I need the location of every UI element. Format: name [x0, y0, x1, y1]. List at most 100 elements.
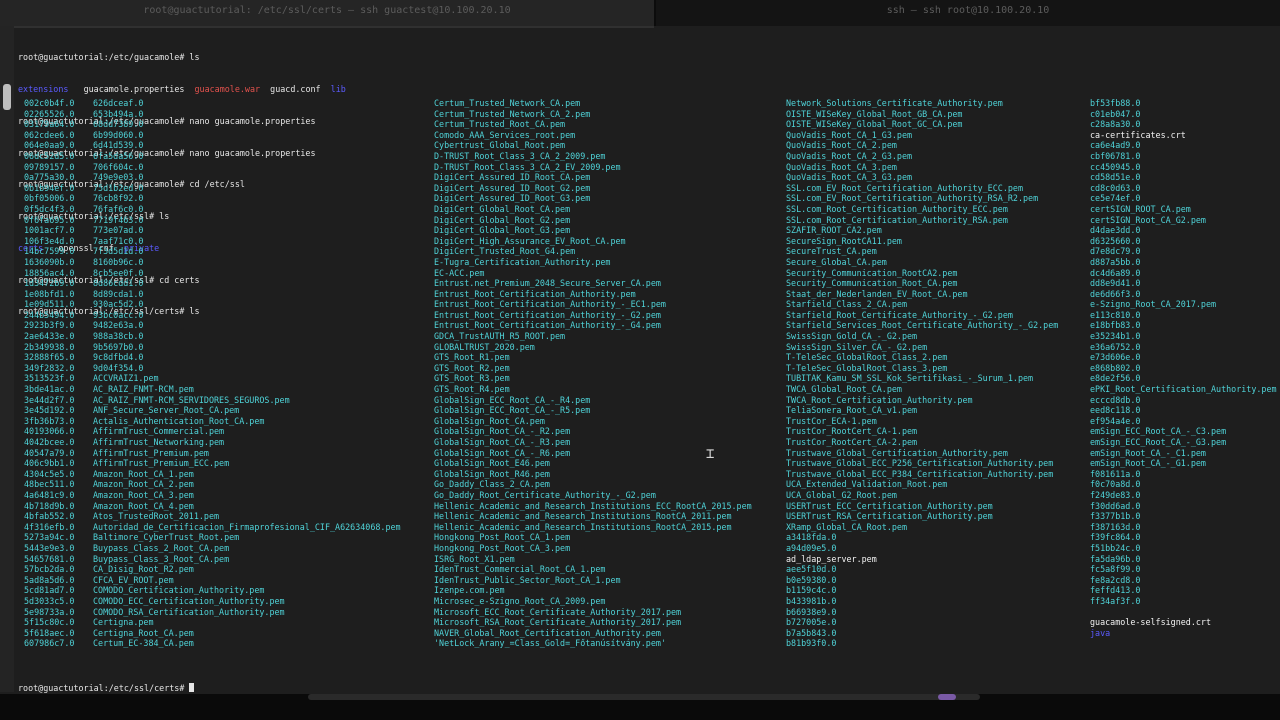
list-item: TeliaSonera_Root_CA_v1.pem [786, 405, 918, 416]
scrollbar-thumb[interactable] [3, 84, 11, 110]
list-item: cd58d51e.0 [1090, 172, 1141, 183]
bottom-pill [308, 694, 980, 700]
list-item: cc450945.0 [1090, 161, 1141, 172]
listing-column-4: Network_Solutions_Certificate_Authority.… [786, 98, 1058, 649]
list-item: b433981b.0 [786, 595, 837, 606]
list-item: Hellenic_Academic_and_Research_Instituti… [434, 521, 732, 532]
list-item: b727005e.0 [786, 617, 837, 628]
list-item: ANF_Secure_Server_Root_CA.pem [93, 405, 240, 416]
list-item: ce5e74ef.0 [1090, 193, 1141, 204]
list-item: 5d3033c5.0 [24, 595, 75, 606]
list-item: T-TeleSec_GlobalRoot_Class_2.pem [786, 352, 948, 363]
list-item: e868b802.0 [1090, 362, 1141, 373]
list-item: certSIGN_Root_CA_G2.pem [1090, 214, 1206, 225]
list-item: 48bec511.0 [24, 479, 75, 490]
list-item: f0c70a8d.0 [1090, 479, 1141, 490]
list-item: 76faf6c0.0 [93, 203, 144, 214]
scrollbar-track[interactable] [0, 26, 14, 692]
list-item: SecureSign_RootCA11.pem [786, 235, 902, 246]
list-item: TrustCor_ECA-1.pem [786, 415, 877, 426]
listing-column-1: 002c0b4f.0 02265526.0 03179a64.0 062cdee6.0… [24, 98, 74, 649]
list-item: EC-ACC.pem [434, 267, 485, 278]
list-item: 9b5697b0.0 [93, 341, 144, 352]
list-item: AffirmTrust_Premium.pem [93, 447, 209, 458]
list-item: fc5a8f99.0 [1090, 564, 1141, 575]
list-item: D-TRUST_Root_Class_3_CA_2_2009.pem [434, 150, 606, 161]
list-item: 18856ac4.0 [24, 267, 75, 278]
list-item: AffirmTrust_Networking.pem [93, 437, 225, 447]
list-item: 930ac5d2.0 [93, 299, 144, 310]
list-item: a94d09e5.0 [786, 542, 837, 553]
list-item: T-TeleSec_GlobalRoot_Class_3.pem [786, 362, 948, 373]
tab-inactive[interactable]: ssh — ssh root@10.100.20.10 [656, 0, 1280, 26]
list-item: emSign_ECC_Root_CA_-_G3.pem [1090, 437, 1227, 447]
list-item: 32888f65.0 [24, 352, 75, 363]
list-item: Atos_TrustedRoot_2011.pem [93, 511, 220, 522]
tab-active[interactable]: root@guactutorial: /etc/ssl/certs — ssh … [0, 0, 654, 28]
list-item: Amazon_Root_CA_4.pem [93, 500, 194, 511]
list-item: 5cd81ad7.0 [24, 585, 75, 596]
list-item: OISTE_WISeKey_Global_Root_GC_CA.pem [786, 119, 963, 130]
list-item: 76cb8f92.0 [93, 193, 144, 204]
list-item: dd8e9d41.0 [1090, 278, 1141, 289]
list-item: 706f604c.0 [93, 161, 144, 172]
list-item: 03179a64.0 [24, 119, 75, 130]
list-item: OISTE_WISeKey_Global_Root_GB_CA.pem [786, 108, 963, 119]
listing-column-2: 626dceaf.0 653b494a.0 68dd7389.0 6b99d060.0… [93, 98, 401, 649]
list-item: 0b1b94ef.0 [24, 182, 75, 193]
list-item: Microsoft_RSA_Root_Certificate_Authority… [434, 617, 682, 628]
list-item: Security_Communication_RootCA2.pem [786, 267, 958, 278]
list-item: COMODO_RSA_Certification_Authority.pem [93, 606, 285, 617]
list-item: 653b494a.0 [93, 108, 144, 119]
list-item: 2ae6433e.0 [24, 331, 75, 342]
list-item: 8160b96c.0 [93, 256, 144, 267]
text-ibeam-icon: ⌶ [706, 446, 715, 462]
list-item: Staat_der_Nederlanden_EV_Root_CA.pem [786, 288, 968, 299]
list-item: f081611a.0 [1090, 468, 1141, 479]
list-item: Amazon_Root_CA_1.pem [93, 468, 194, 479]
list-item: Entrust_Root_Certification_Authority_-_G… [434, 309, 661, 320]
list-item: SSL.com_Root_Certification_Authority_ECC… [786, 203, 1008, 214]
list-item: GTS_Root_R4.pem [434, 384, 510, 395]
file-entry: guacd.conf [270, 83, 321, 94]
list-item: 5e98733a.0 [24, 606, 75, 617]
list-item: c28a8a30.0 [1090, 119, 1141, 130]
list-item: 0f6fa695.0 [24, 214, 75, 225]
list-item: Starfield_Class_2_CA.pem [786, 299, 908, 310]
terminal-cursor [189, 683, 195, 692]
list-item: AC_RAIZ_FNMT-RCM_SERVIDORES_SEGUROS.pem [93, 394, 290, 405]
list-item: Go_Daddy_Root_Certificate_Authority_-_G2… [434, 489, 656, 500]
list-item: 1636090b.0 [24, 256, 75, 267]
list-item: 5f15c80c.0 [24, 617, 75, 628]
list-item: GlobalSign_Root_R46.pem [434, 468, 550, 479]
list-item: 607986c7.0 [24, 638, 75, 649]
list-item: certSIGN_ROOT_CA.pem [1090, 203, 1191, 214]
list-item: GlobalSign_Root_CA_-_R2.pem [434, 426, 571, 437]
list-item: 02265526.0 [24, 108, 75, 119]
list-item: QuoVadis_Root_CA_2_G3.pem [786, 150, 913, 161]
list-item: 57bcb2da.0 [24, 564, 75, 575]
list-item: 7f3d5d1d.0 [93, 246, 144, 257]
list-item: GlobalSign_ECC_Root_CA_-_R4.pem [434, 394, 591, 405]
prompt-line: root@guactutorial:/etc/guacamole# ls [18, 52, 200, 63]
list-item: Starfield_Root_Certificate_Authority_-_G… [786, 309, 1013, 320]
list-item: GlobalSign_Root_CA.pem [434, 415, 545, 426]
list-item: cbf06781.0 [1090, 150, 1141, 161]
list-item: f51bb24c.0 [1090, 542, 1141, 553]
list-item: Certum_Trusted_Network_CA_2.pem [434, 108, 591, 119]
list-item: c01eb047.0 [1090, 108, 1141, 119]
list-item: Entrust_Root_Certification_Authority_-_E… [434, 299, 666, 310]
list-item: emSign_ECC_Root_CA_-_C3.pem [1090, 426, 1227, 437]
list-item: Entrust.net_Premium_2048_Secure_Server_C… [434, 278, 661, 289]
list-item: 3bde41ac.0 [24, 384, 75, 395]
list-item: 5443e9e3.0 [24, 542, 75, 553]
list-item: 4f316efb.0 [24, 521, 75, 532]
list-item: TWCA_Global_Root_CA.pem [786, 384, 902, 395]
list-item: DigiCert_Assured_ID_Root_G2.pem [434, 182, 591, 193]
list-item: TrustCor_RootCert_CA-1.pem [786, 426, 918, 437]
list-item: NAVER_Global_Root_Certification_Authorit… [434, 627, 661, 638]
list-item: a3418fda.0 [786, 532, 837, 543]
list-item: 3e45d192.0 [24, 405, 75, 416]
final-prompt-line[interactable]: root@guactutorial:/etc/ssl/certs# [18, 683, 195, 694]
list-item: AffirmTrust_Commercial.pem [93, 426, 225, 437]
